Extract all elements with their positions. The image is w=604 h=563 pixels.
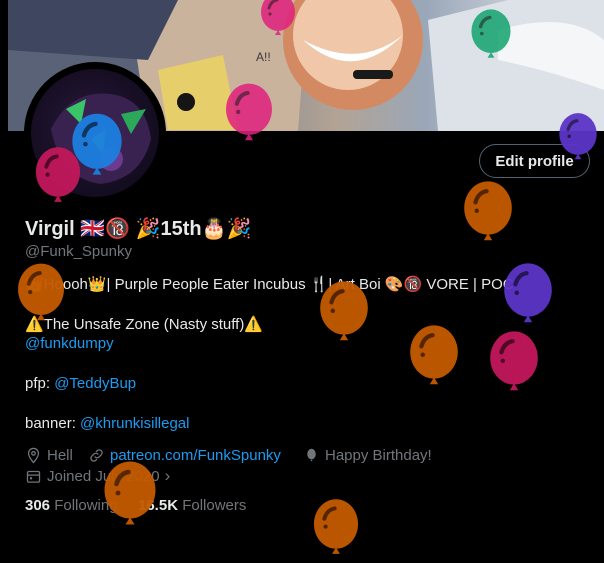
birthday-balloon[interactable] [500,262,556,332]
birthday-item: Happy Birthday! [303,447,432,464]
birthday-balloon[interactable] [486,330,542,400]
chevron-right-icon: › [164,466,171,485]
display-name: Virgil 🇬🇧🔞 🎉15th🎂🎉 [25,218,252,240]
followers-label: Followers [182,497,247,514]
bio-banner-prefix: banner: [25,415,81,432]
birthday-balloon[interactable] [406,324,462,394]
birthday-balloon[interactable] [222,82,276,150]
bio-line-1: 👑Hoooh👑| Purple People Eater Incubus 🍴| … [25,276,514,293]
bio-line-banner: banner: @khrunkisillegal [25,415,190,432]
birthday-balloon[interactable] [14,262,68,330]
bio-line-pfp: pfp: @TeddyBup [25,375,136,392]
birthday-balloon[interactable] [556,112,600,167]
birthday-balloon[interactable] [460,180,516,250]
bio-mention-khrunkisillegal[interactable]: @khrunkisillegal [80,415,189,432]
bio-mention-funkdumpy[interactable]: @funkdumpy [25,335,114,352]
birthday-balloon[interactable] [32,146,84,211]
birthday-balloon[interactable] [468,8,514,66]
balloon-icon [307,448,316,462]
birthday-balloon[interactable] [310,498,362,563]
location-pin-icon [27,447,40,464]
birthday-balloon[interactable] [258,0,298,42]
birthday-balloon[interactable] [316,280,372,350]
bio-mention-teddybup[interactable]: @TeddyBup [54,375,136,392]
following-count: 306 [25,497,51,514]
user-handle: @Funk_Spunky [25,243,132,260]
banner-caption: A!! [256,50,271,64]
bio-pfp-prefix: pfp: [25,375,55,392]
location-text: Hell [47,447,73,464]
birthday-text: Happy Birthday! [325,447,432,464]
location-item: Hell [25,447,73,464]
calendar-icon [26,470,41,483]
